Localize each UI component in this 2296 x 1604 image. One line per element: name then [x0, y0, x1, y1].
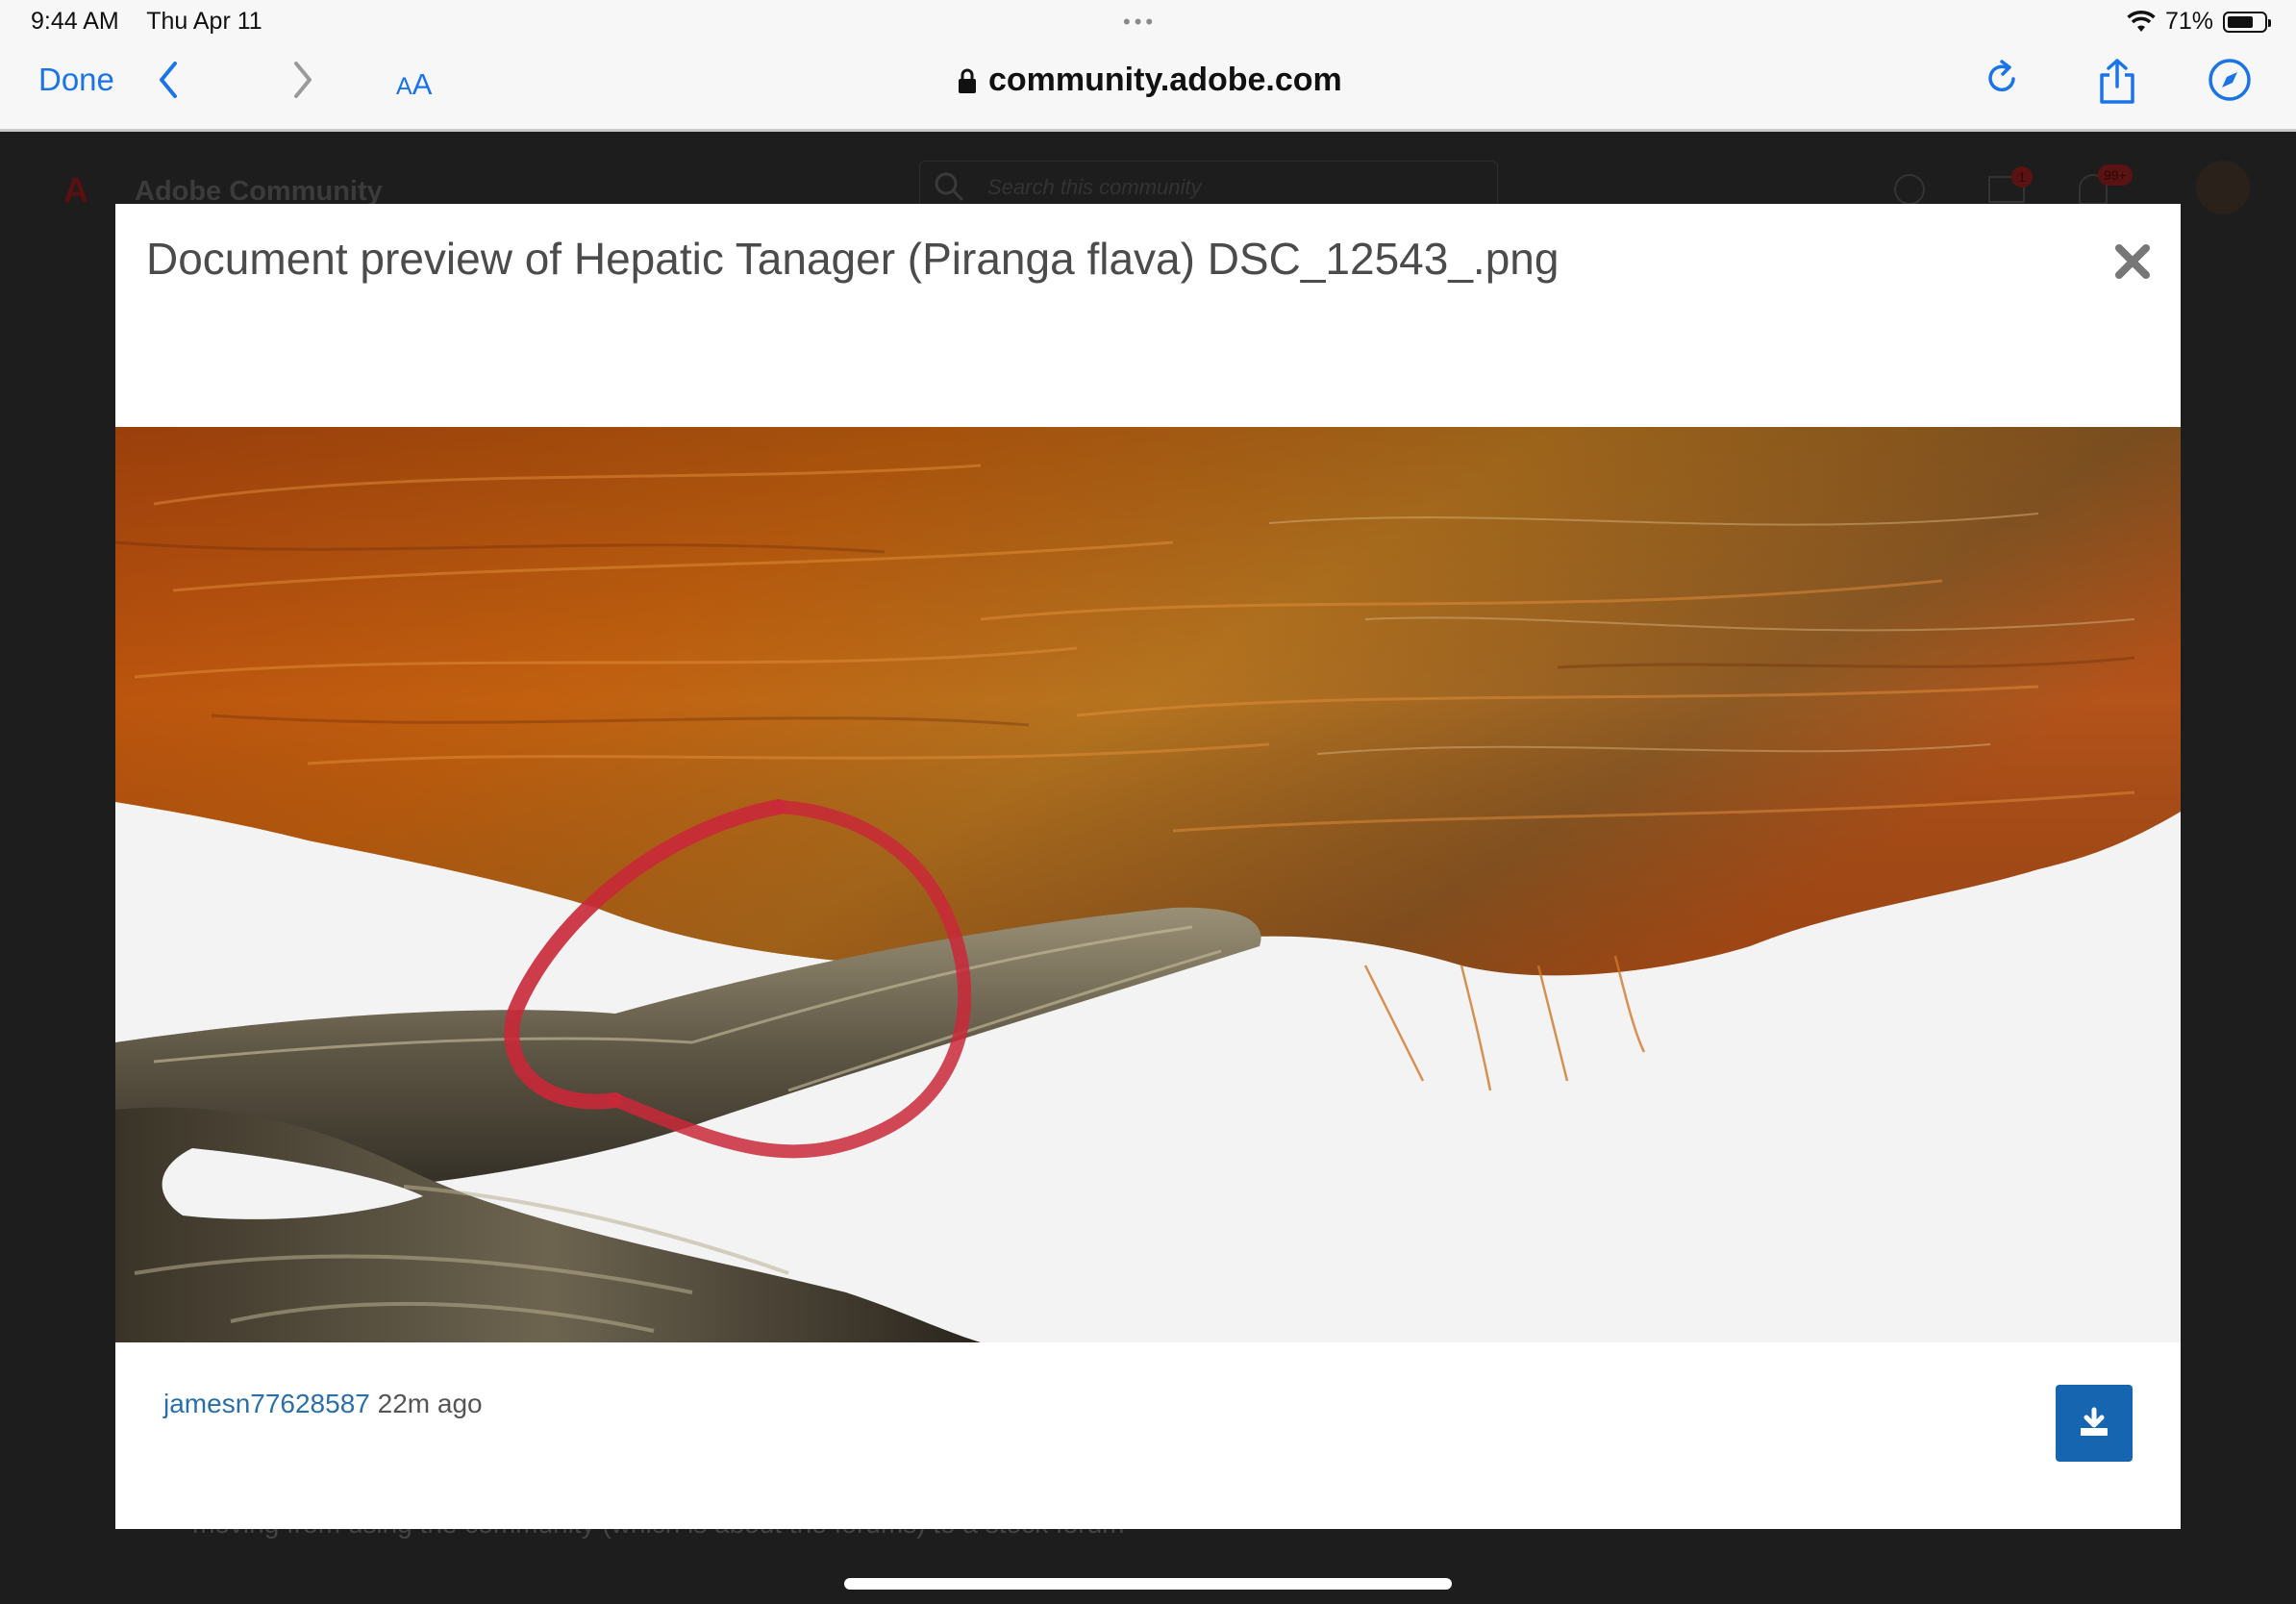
compass-icon[interactable] — [2208, 58, 2252, 102]
status-bar-right: 71% — [2127, 8, 2271, 36]
search-placeholder: Search this community — [987, 175, 1202, 199]
home-indicator[interactable] — [844, 1578, 1452, 1590]
author-link[interactable]: jamesn77628587 — [163, 1389, 370, 1418]
battery-icon — [2223, 11, 2271, 33]
status-time: 9:44 AM — [31, 8, 119, 35]
image-preview — [115, 427, 2181, 1342]
status-bar-time: 9:44 AM Thu Apr 11 — [31, 8, 284, 36]
close-icon[interactable] — [2111, 240, 2154, 283]
download-icon — [2081, 1407, 2108, 1436]
url-text: community.adobe.com — [988, 62, 1342, 98]
attachment-meta: jamesn77628587 22m ago — [163, 1389, 483, 1419]
notification-badge: 99+ — [2098, 164, 2133, 186]
multitasking-dots-icon[interactable]: ••• — [1123, 10, 1157, 35]
forward-chevron-icon[interactable] — [290, 60, 315, 100]
download-button[interactable] — [2056, 1385, 2133, 1462]
mail-badge: 1 — [2011, 166, 2033, 188]
avatar — [2196, 161, 2250, 214]
status-date: Thu Apr 11 — [146, 8, 262, 35]
text-size-small-label: A — [396, 73, 412, 100]
back-chevron-icon[interactable] — [156, 60, 181, 100]
reload-icon[interactable] — [1984, 58, 2021, 98]
battery-percent: 71% — [2164, 8, 2213, 35]
globe-icon — [1894, 174, 1925, 205]
share-icon[interactable] — [2096, 58, 2138, 106]
address-bar[interactable]: community.adobe.com — [958, 62, 1342, 99]
done-button[interactable]: Done — [38, 62, 114, 98]
lock-icon — [959, 68, 976, 93]
search-icon — [935, 172, 964, 202]
modal-title: Document preview of Hepatic Tanager (Pir… — [146, 234, 1560, 284]
bird-photo — [115, 427, 2181, 1342]
adobe-logo-icon: A — [63, 170, 88, 210]
text-size-button[interactable]: AA — [396, 67, 432, 102]
text-size-large-label: A — [412, 67, 433, 101]
timestamp: 22m ago — [377, 1389, 483, 1418]
wifi-icon — [2127, 10, 2156, 32]
browser-toolbar: 9:44 AM Thu Apr 11 ••• 71% Done AA commu… — [0, 0, 2296, 132]
document-preview-modal: Document preview of Hepatic Tanager (Pir… — [115, 204, 2181, 1529]
